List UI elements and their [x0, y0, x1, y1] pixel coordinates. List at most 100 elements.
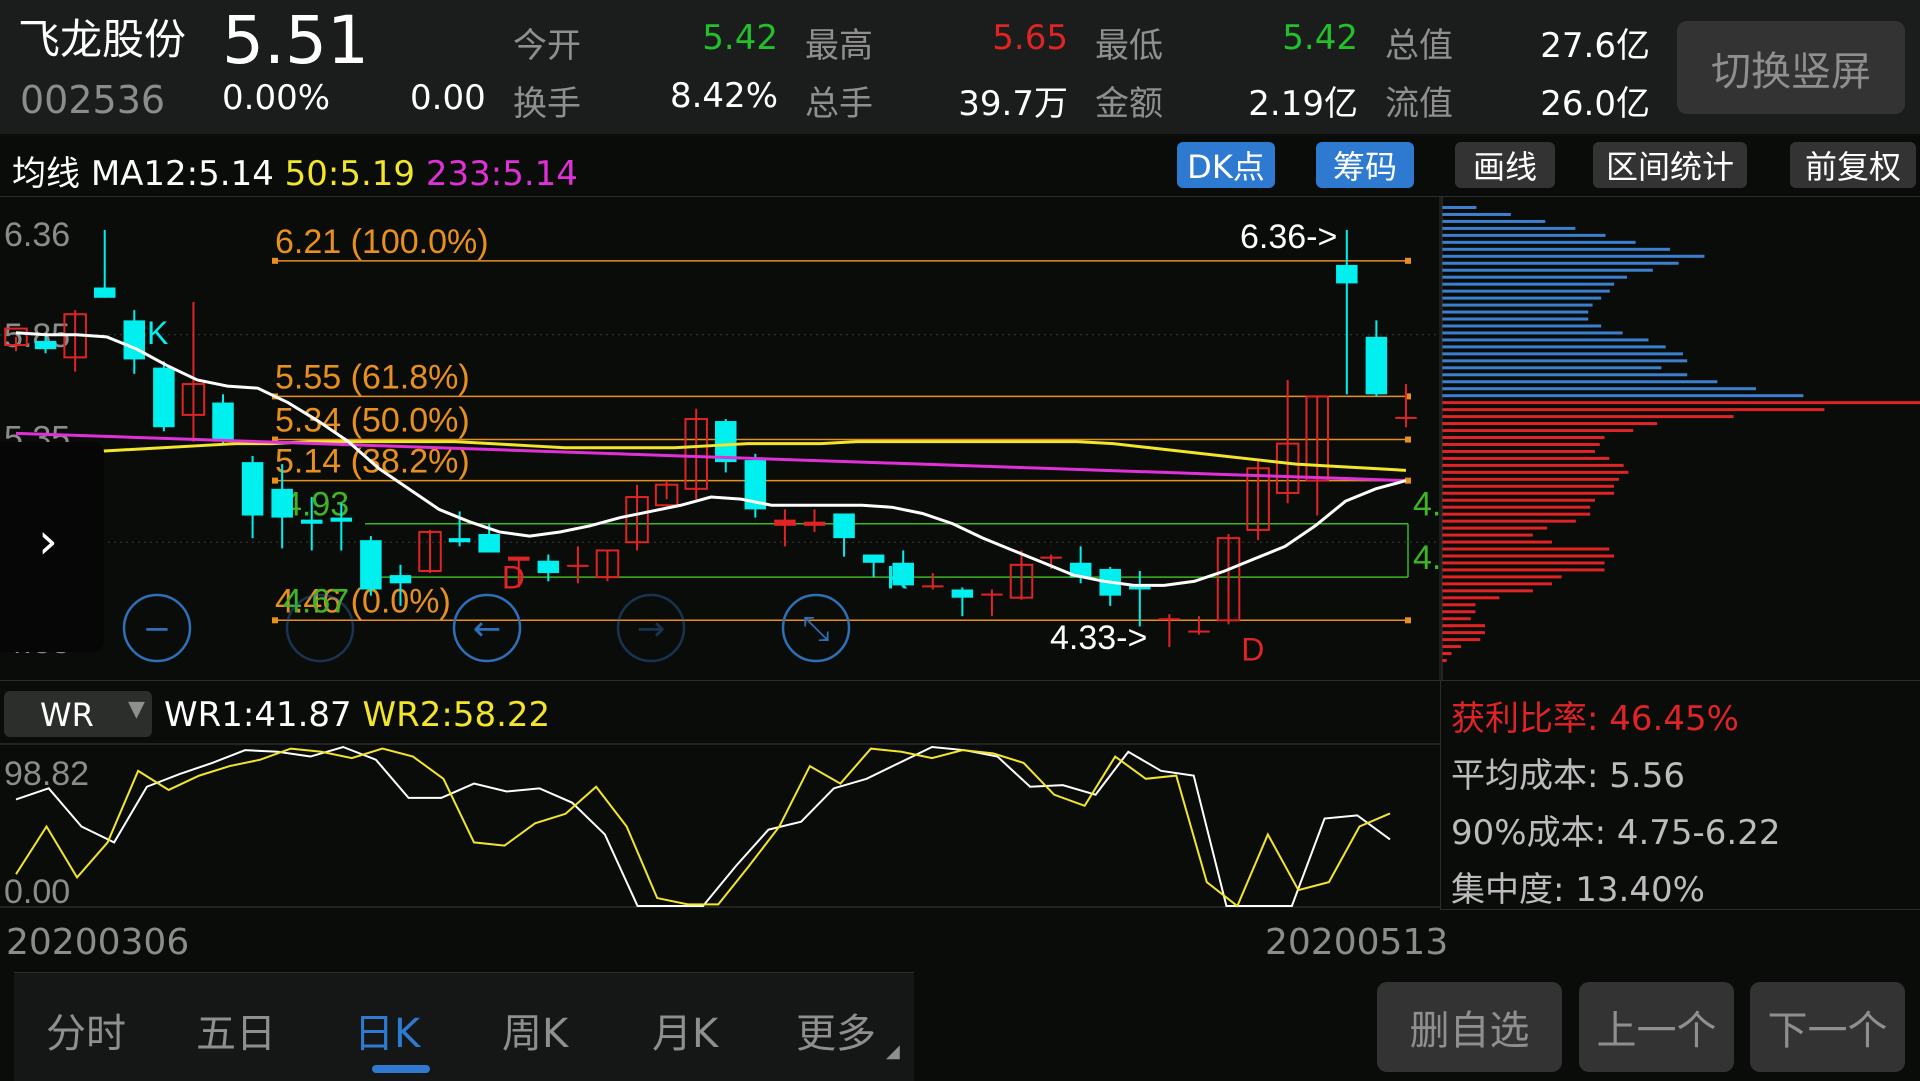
- dk-point-button[interactable]: DK点: [1177, 142, 1275, 188]
- expand-panel-button[interactable]: ›: [0, 442, 104, 652]
- switch-portrait-button[interactable]: 切换竖屏: [1677, 21, 1905, 114]
- candle-body: [537, 560, 560, 574]
- signal-marker: D: [1241, 631, 1264, 667]
- stat-value-low: 5.42: [1282, 18, 1358, 58]
- zoom-out-icon[interactable]: −: [122, 593, 192, 663]
- chevron-right-icon: ›: [38, 512, 58, 570]
- chip-bar-lower: [1442, 540, 1552, 544]
- chip-bar-upper: [1442, 352, 1683, 356]
- candle-body: [34, 340, 57, 350]
- chip-bar-lower: [1442, 589, 1533, 593]
- chips-button[interactable]: 筹码: [1316, 142, 1414, 188]
- kline-chart[interactable]: 6.365.855.354.844.336.21 (100.0%)5.55 (6…: [0, 196, 1920, 680]
- chip-bar-upper: [1442, 303, 1593, 307]
- chip-bar-lower: [1442, 505, 1591, 509]
- chip-bar-upper: [1442, 345, 1666, 349]
- chip-bar-lower: [1442, 533, 1533, 537]
- candle-body: [1365, 336, 1388, 395]
- zoom-fit-icon[interactable]: ⤡: [781, 593, 851, 663]
- chip-bar-upper: [1442, 282, 1615, 286]
- tab-more[interactable]: 更多: [796, 1001, 876, 1059]
- candle-body: [153, 367, 175, 428]
- wr-tick-min: 0.00: [4, 873, 70, 908]
- chip-bar-upper: [1442, 247, 1671, 251]
- chip-bar-upper: [1442, 254, 1705, 258]
- candle-body: [862, 554, 885, 563]
- chip-bar-upper: [1442, 233, 1606, 237]
- svg-text:−: −: [143, 609, 172, 649]
- chip-bar-lower: [1442, 442, 1600, 446]
- chip-bar-lower: [1442, 645, 1462, 649]
- candle-body: [93, 287, 116, 298]
- chip-bar-lower: [1442, 401, 1920, 405]
- chip-bar-lower: [1442, 484, 1615, 488]
- stat-value-turnover: 8.42%: [669, 76, 778, 116]
- candle-body: [951, 589, 974, 598]
- next-stock-button[interactable]: 下一个: [1750, 982, 1905, 1072]
- chip-bar-upper: [1442, 331, 1623, 335]
- stat-value-amount: 2.19亿: [1248, 84, 1358, 124]
- active-tab-indicator: [372, 1065, 430, 1073]
- tab-intraday[interactable]: 分时: [46, 1001, 126, 1059]
- chip-bar-upper: [1442, 338, 1649, 342]
- stat-label-open: 今开: [513, 26, 581, 66]
- tab-weekly-k[interactable]: 周K: [502, 1001, 568, 1059]
- svg-text:→: →: [637, 609, 666, 649]
- previous-stock-button[interactable]: 上一个: [1579, 982, 1734, 1072]
- chip-bar-lower: [1442, 603, 1476, 607]
- ma-legend: 均线 MA12:5.14 50:5.19 233:5.14: [12, 146, 578, 195]
- chip-bar-lower: [1442, 512, 1591, 516]
- candle-body: [241, 462, 264, 516]
- indicator-select[interactable]: WR ▼: [4, 691, 152, 737]
- candle-body: [1040, 556, 1062, 559]
- tab-monthly-k[interactable]: 月K: [652, 1001, 718, 1059]
- move-left-icon[interactable]: ←: [452, 593, 522, 663]
- chip-bar-upper: [1442, 373, 1688, 377]
- stat-label-high: 最高: [805, 26, 873, 66]
- forward-adjust-button[interactable]: 前复权: [1790, 142, 1916, 188]
- candle-body: [123, 320, 146, 360]
- stat-value-open: 5.42: [702, 18, 778, 58]
- candle-body: [389, 575, 412, 584]
- chip-bar-lower: [1442, 477, 1619, 481]
- candle-body: [448, 538, 471, 543]
- chip-bar-lower: [1442, 470, 1629, 474]
- box-right-label: 4.: [1413, 539, 1441, 577]
- fib-handle: [1405, 257, 1411, 264]
- candle-body: [803, 521, 826, 526]
- wr2-value: WR2:58.22: [362, 695, 551, 735]
- chip-bar-lower: [1442, 610, 1476, 614]
- stat-value-high: 5.65: [992, 18, 1068, 58]
- chip-bar-upper: [1442, 219, 1546, 223]
- range-stats-button[interactable]: 区间统计: [1593, 142, 1747, 188]
- candle-body: [1395, 416, 1417, 419]
- box-right-label: 4.: [1413, 486, 1441, 524]
- wr-wr1-line: [15, 745, 1391, 907]
- draw-line-button[interactable]: 画线: [1455, 142, 1555, 188]
- indicator-select-value: WR: [40, 696, 94, 734]
- chip-bar-lower: [1442, 498, 1595, 502]
- chip-bar-upper: [1442, 206, 1477, 209]
- candle-body: [271, 488, 293, 518]
- candle-body: [478, 534, 500, 553]
- candle-body: [922, 585, 944, 588]
- tab-daily-k[interactable]: 日K: [354, 1001, 420, 1059]
- chip-bar-lower: [1442, 463, 1624, 467]
- ma-label: 均线: [12, 154, 80, 194]
- chip-bar-upper: [1442, 387, 1757, 391]
- wr-chart: 98.82 0.00: [0, 743, 1440, 908]
- stat-value-total-cap: 27.6亿: [1540, 26, 1650, 66]
- fib-handle: [1405, 436, 1411, 443]
- more-corner-icon: ◢: [886, 1041, 900, 1062]
- chip-bar-lower: [1442, 638, 1481, 642]
- ma233-value: 233:5.14: [425, 154, 578, 194]
- fib-label: 5.34 (50.0%): [275, 402, 470, 440]
- move-right-icon[interactable]: →: [616, 593, 686, 663]
- end-date: 20200513: [1265, 922, 1449, 963]
- chip-bar-lower: [1442, 617, 1471, 621]
- stat-label-total-cap: 总值: [1385, 26, 1453, 66]
- fib-handle: [1405, 617, 1411, 624]
- tab-five-day[interactable]: 五日: [196, 1001, 276, 1059]
- candle-body: [567, 564, 589, 567]
- remove-watchlist-button[interactable]: 删自选: [1377, 982, 1562, 1072]
